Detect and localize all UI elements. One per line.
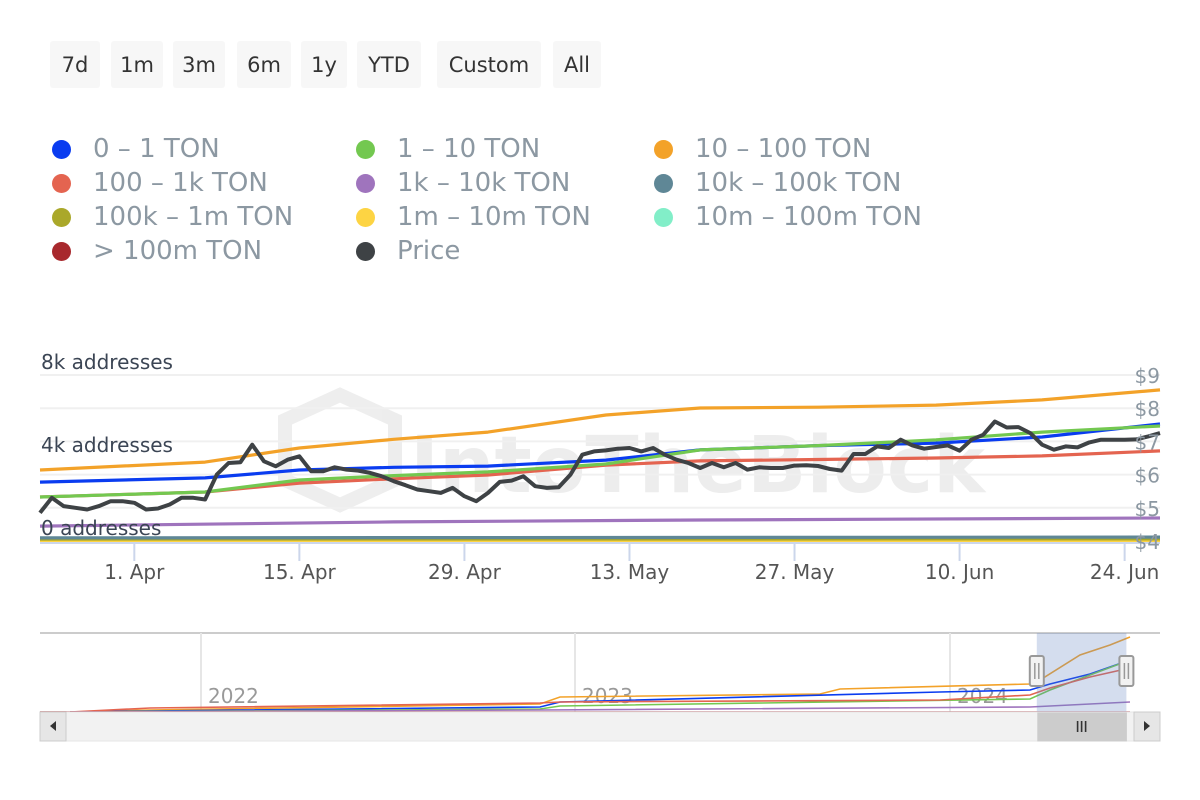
y-right-tick-label: $9 [1135,364,1160,388]
navigator-selection[interactable] [1036,633,1127,712]
scrollbar-thumb[interactable] [1037,712,1127,742]
x-tick-label: 13. May [590,560,670,584]
x-tick-label: 15. Apr [263,560,337,584]
navigator-year-label: 2022 [208,684,259,708]
x-tick-label: 27. May [755,560,835,584]
y-left-tick-label: 4k addresses [41,433,173,457]
y-left-tick-label: 8k addresses [41,350,173,374]
x-tick-label: 29. Apr [428,560,502,584]
y-right-tick-label: $6 [1135,464,1160,488]
y-left-tick-label: 0 addresses [41,516,161,540]
y-right-tick-label: $4 [1135,530,1160,554]
series-line-4[interactable] [39,516,1161,528]
chart-svg: IntoTheBlock 1. Apr 15. Apr 29. Apr 13. May… [38,350,1161,742]
scroll-left-button[interactable] [39,711,67,742]
y-right-tick-label: $7 [1135,430,1160,454]
navigator-right-handle[interactable] [1118,655,1135,687]
x-tick-label: 10. Jun [925,560,994,584]
scrollbar-track[interactable] [39,711,1161,742]
y-right-tick-label: $8 [1135,397,1160,421]
series-line-5[interactable] [39,535,1161,540]
x-tick-label: 1. Apr [104,560,165,584]
y-right-tick-label: $5 [1135,497,1160,521]
scroll-right-button[interactable] [1133,711,1161,742]
x-tick-label: 24. Jun [1090,560,1159,584]
navigator-left-handle[interactable] [1028,655,1045,687]
